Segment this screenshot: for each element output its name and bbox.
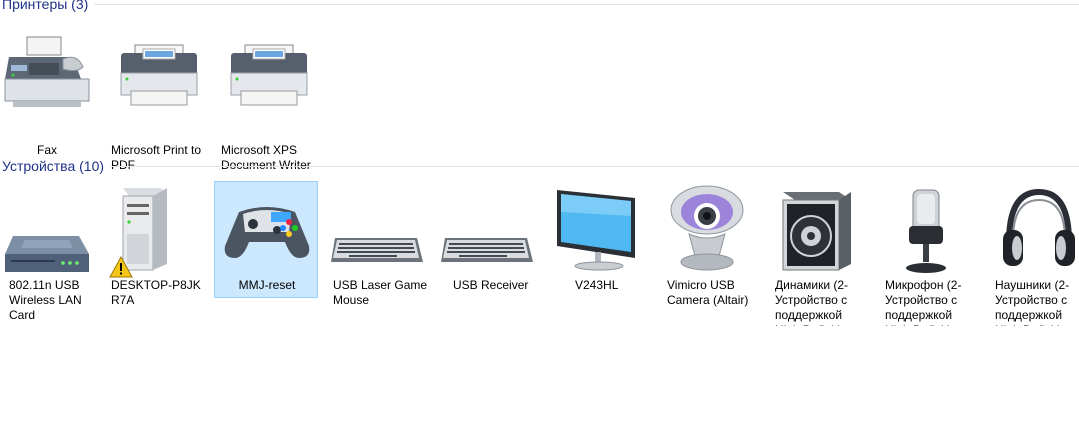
printer-icon — [215, 27, 319, 115]
monitor-icon — [545, 182, 649, 276]
device-label: Наушники (2- Устройство с поддержкой Hig… — [995, 278, 1076, 326]
headphones-icon — [985, 182, 1079, 276]
device-label: DESKTOP-P8JKR7A — [111, 278, 201, 307]
devices-group-title[interactable]: Устройства (10) — [0, 158, 110, 174]
device-label: USB Laser Game Mouse — [333, 278, 428, 307]
gamepad-icon — [215, 182, 319, 276]
printer-microsoft-print-to-pdf[interactable]: Microsoft Print to PDF — [104, 26, 209, 172]
device-label: MMJ-reset — [238, 278, 296, 292]
printer-icon — [105, 27, 209, 115]
network-adapter-icon — [1, 182, 105, 276]
device-label: 802.11n USB Wireless LAN Card — [9, 278, 82, 322]
printers-group-header[interactable]: Принтеры (3) — [0, 0, 1079, 14]
device-vimicro-usb-camera[interactable]: Vimicro USB Camera (Altair) — [654, 181, 758, 325]
webcam-icon — [655, 182, 759, 276]
device-label: Динамики (2- Устройство с поддержкой Hig… — [775, 278, 856, 326]
printers-group-title[interactable]: Принтеры (3) — [0, 0, 94, 12]
microphone-icon — [875, 182, 979, 276]
device-wireless-lan-card[interactable]: 802.11n USB Wireless LAN Card — [0, 181, 104, 325]
fax-icon — [1, 27, 105, 115]
keyboard-icon — [435, 182, 539, 276]
printers-group-divider — [94, 3, 1079, 5]
device-label: Vimicro USB Camera (Altair) — [667, 278, 749, 307]
device-speakers[interactable]: Динамики (2- Устройство с поддержкой Hig… — [764, 181, 869, 326]
device-usb-receiver[interactable]: USB Receiver — [434, 181, 538, 325]
printer-microsoft-xps-document-writer[interactable]: Microsoft XPS Document Writer — [214, 26, 319, 172]
device-monitor-v243hl[interactable]: V243HL — [544, 181, 648, 325]
computer-tower-icon — [105, 182, 209, 278]
speaker-icon — [765, 182, 869, 276]
keyboard-icon — [325, 182, 429, 276]
device-usb-laser-game-mouse[interactable]: USB Laser Game Mouse — [324, 181, 428, 325]
warning-icon — [109, 256, 133, 278]
device-label: Микрофон (2- Устройство с поддержкой Hig… — [885, 278, 966, 326]
devices-group-header[interactable]: Устройства (10) — [0, 156, 1079, 176]
printer-fax[interactable]: Fax — [0, 26, 105, 157]
devices-group-divider — [110, 165, 1079, 167]
device-label: USB Receiver — [453, 278, 529, 292]
device-headphones[interactable]: Наушники (2- Устройство с поддержкой Hig… — [984, 181, 1079, 326]
device-microphone[interactable]: Микрофон (2- Устройство с поддержкой Hig… — [874, 181, 979, 326]
device-mmj-reset-gamepad[interactable]: MMJ-reset — [214, 181, 318, 298]
device-desktop-computer[interactable]: DESKTOP-P8JKR7A — [104, 181, 208, 325]
